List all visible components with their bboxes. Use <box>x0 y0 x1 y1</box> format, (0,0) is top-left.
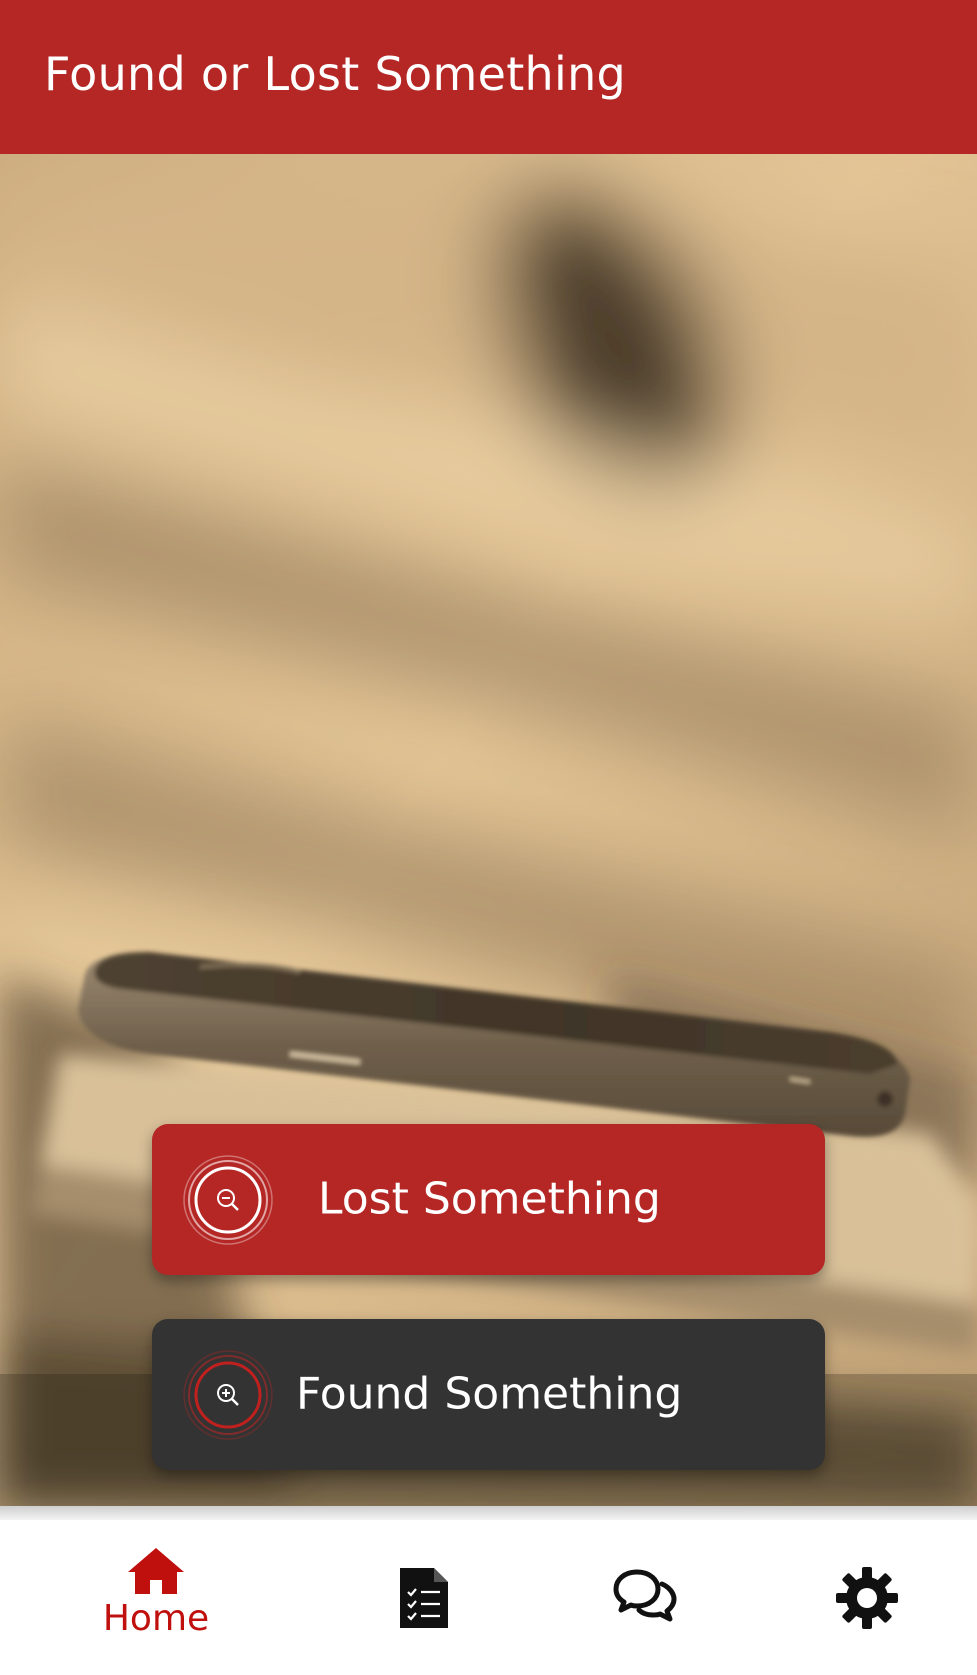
zoom-in-magnifier-icon <box>183 1350 273 1440</box>
lost-something-label: Lost Something <box>318 1172 661 1224</box>
checklist-document-icon <box>400 1568 448 1628</box>
bottom-navigation: Home <box>0 1520 977 1675</box>
app-bar: Found or Lost Something <box>0 0 977 154</box>
found-something-label: Found Something <box>296 1367 683 1419</box>
gear-icon <box>836 1567 898 1629</box>
lost-something-button[interactable]: Lost Something <box>152 1124 825 1275</box>
found-something-button[interactable]: Found Something <box>152 1319 825 1470</box>
home-icon <box>128 1548 184 1594</box>
app-screen: Found or Lost Something Lost Something F… <box>0 0 977 1675</box>
nav-item-reports[interactable] <box>324 1520 524 1675</box>
page-title: Found or Lost Something <box>44 47 627 101</box>
phone-on-bench-photo <box>0 154 977 1506</box>
chat-bubbles-icon <box>613 1569 677 1622</box>
nav-item-home[interactable]: Home <box>56 1520 256 1675</box>
bottom-nav-divider <box>0 1506 977 1520</box>
nav-item-settings[interactable] <box>767 1520 967 1675</box>
nav-item-chat[interactable] <box>545 1520 745 1675</box>
nav-label-home: Home <box>102 1598 210 1639</box>
zoom-out-magnifier-icon <box>183 1155 273 1245</box>
hero-background-image: Lost Something Found Something <box>0 154 977 1506</box>
